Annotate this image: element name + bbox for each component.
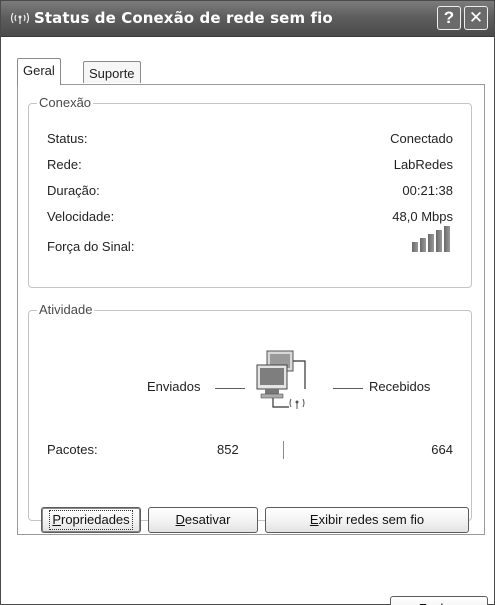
title-bar[interactable]: Status de Conexão de rede sem fio ? ✕ <box>1 1 494 37</box>
exibir-label: xibir redes sem fio <box>318 512 425 527</box>
enviados-label: Enviados <box>147 379 201 394</box>
rede-value: LabRedes <box>393 157 453 172</box>
network-computers-icon <box>253 349 323 415</box>
fechar-mnemonic: F <box>419 601 427 605</box>
velocidade-value: 48,0 Mbps <box>392 209 453 224</box>
help-icon: ? <box>443 8 455 27</box>
pacotes-separator <box>283 441 284 459</box>
fechar-label: echar <box>427 601 460 605</box>
conexao-group: Conexão Status: Conectado Rede: LabRedes… <box>28 95 472 288</box>
duracao-label: Duração: <box>47 183 100 198</box>
recebidos-label: Recebidos <box>369 379 431 394</box>
signal-strength-icon <box>412 226 452 252</box>
fechar-button[interactable]: Fechar <box>390 596 488 605</box>
signal-bar <box>412 242 418 252</box>
tab-suporte[interactable]: Suporte <box>83 61 141 83</box>
pacotes-label: Pacotes: <box>47 442 98 457</box>
propriedades-focus-ring: Propriedades <box>49 510 133 530</box>
duracao-value: 00:21:38 <box>402 183 453 198</box>
wireless-status-window: Status de Conexão de rede sem fio ? ✕ Ge… <box>0 0 495 605</box>
forca-sinal-label: Força do Sinal: <box>47 239 135 254</box>
pacotes-enviados-value: 852 <box>217 442 239 457</box>
signal-bar <box>436 230 442 252</box>
signal-bar <box>420 238 426 252</box>
exibir-redes-button[interactable]: Exibir redes sem fio <box>265 507 469 533</box>
desativar-label: esativar <box>184 512 231 527</box>
signal-bar <box>444 226 450 252</box>
atividade-legend: Atividade <box>37 302 95 317</box>
window-title: Status de Conexão de rede sem fio <box>34 9 333 27</box>
propriedades-mnemonic: P <box>52 512 61 527</box>
tab-geral[interactable]: Geral <box>17 58 61 85</box>
pacotes-recebidos-value: 664 <box>431 442 453 457</box>
atividade-group: Atividade Enviados Recebidos Pacotes: 85… <box>28 302 472 521</box>
help-button[interactable]: ? <box>437 6 461 30</box>
enviados-line <box>215 388 245 389</box>
desativar-mnemonic: D <box>175 512 185 527</box>
propriedades-button[interactable]: Propriedades <box>41 507 141 533</box>
close-button[interactable]: ✕ <box>464 6 488 30</box>
conexao-legend: Conexão <box>37 95 94 110</box>
status-label: Status: <box>47 131 88 146</box>
desativar-button[interactable]: Desativar <box>148 507 258 533</box>
dialog-body: Geral Suporte Conexão Status: Conectado … <box>4 38 491 605</box>
rede-label: Rede: <box>47 157 82 172</box>
signal-bar <box>428 234 434 252</box>
wireless-signal-icon <box>9 10 31 26</box>
close-icon: ✕ <box>468 8 484 27</box>
status-value: Conectado <box>390 131 453 146</box>
exibir-mnemonic: E <box>309 512 319 527</box>
velocidade-label: Velocidade: <box>47 209 115 224</box>
recebidos-line <box>333 388 363 389</box>
propriedades-label: ropriedades <box>61 512 130 527</box>
